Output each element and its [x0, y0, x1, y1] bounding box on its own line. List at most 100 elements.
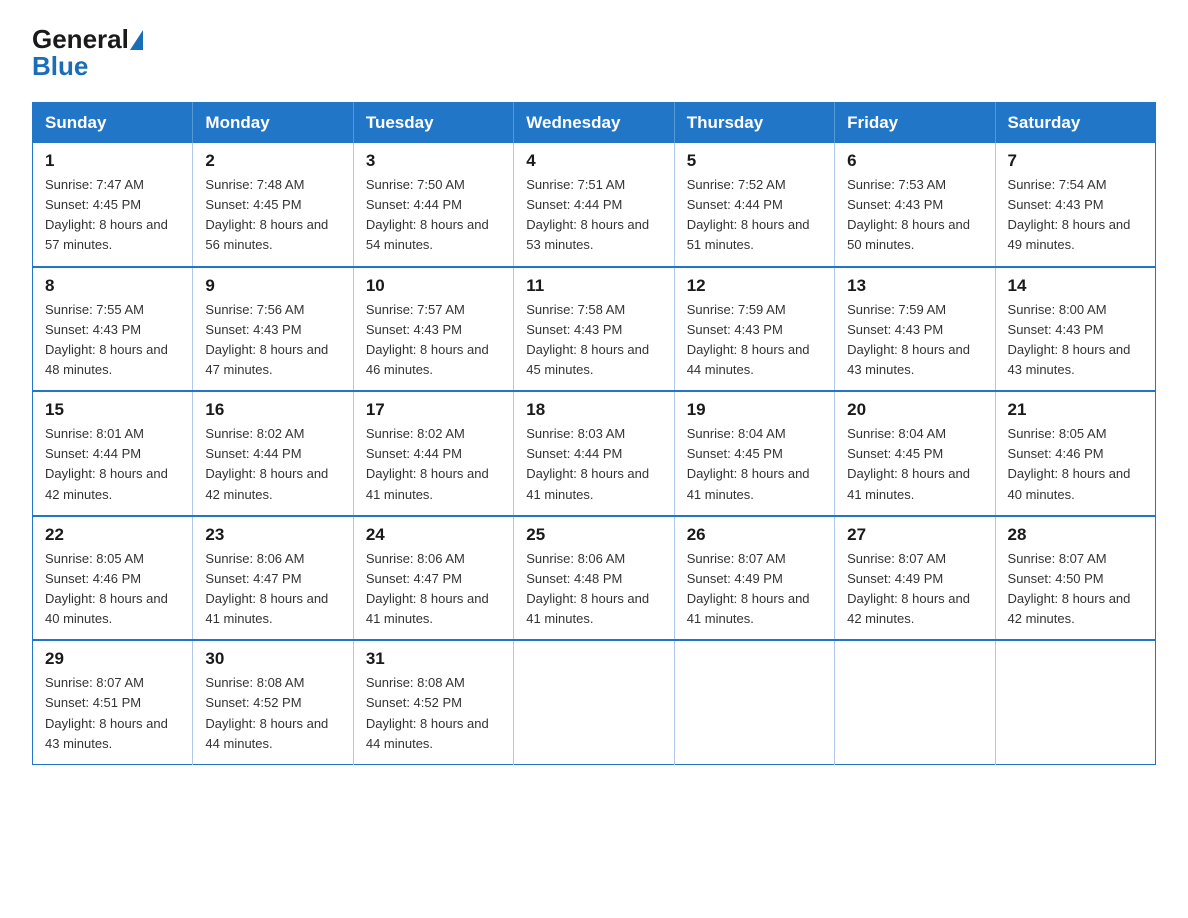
day-number: 8 [45, 276, 180, 296]
day-info: Sunrise: 8:01 AMSunset: 4:44 PMDaylight:… [45, 424, 180, 505]
day-number: 22 [45, 525, 180, 545]
calendar-day-cell: 24Sunrise: 8:06 AMSunset: 4:47 PMDayligh… [353, 516, 513, 641]
day-info: Sunrise: 8:05 AMSunset: 4:46 PMDaylight:… [1008, 424, 1143, 505]
day-number: 11 [526, 276, 661, 296]
calendar-day-cell: 11 Sunrise: 7:58 AMSunset: 4:43 PMDayligh… [514, 267, 674, 392]
day-number: 7 [1008, 151, 1143, 171]
day-info: Sunrise: 8:07 AMSunset: 4:50 PMDaylight:… [1008, 549, 1143, 630]
calendar-day-cell: 23Sunrise: 8:06 AMSunset: 4:47 PMDayligh… [193, 516, 353, 641]
day-info: Sunrise: 7:55 AMSunset: 4:43 PMDaylight:… [45, 300, 180, 381]
day-number: 14 [1008, 276, 1143, 296]
day-number: 24 [366, 525, 501, 545]
day-info: Sunrise: 7:53 AMSunset: 4:43 PMDaylight:… [847, 175, 982, 256]
header-monday: Monday [193, 103, 353, 144]
calendar-week-row: 8 Sunrise: 7:55 AMSunset: 4:43 PMDaylight… [33, 267, 1156, 392]
calendar-day-cell: 9 Sunrise: 7:56 AMSunset: 4:43 PMDaylight… [193, 267, 353, 392]
day-info: Sunrise: 7:54 AMSunset: 4:43 PMDaylight:… [1008, 175, 1143, 256]
page-header: General Blue [32, 24, 1156, 82]
calendar-day-cell: 10 Sunrise: 7:57 AMSunset: 4:43 PMDayligh… [353, 267, 513, 392]
day-number: 4 [526, 151, 661, 171]
day-info: Sunrise: 8:08 AMSunset: 4:52 PMDaylight:… [205, 673, 340, 754]
calendar-empty-cell [835, 640, 995, 764]
day-info: Sunrise: 7:48 AMSunset: 4:45 PMDaylight:… [205, 175, 340, 256]
day-number: 6 [847, 151, 982, 171]
calendar-day-cell: 12 Sunrise: 7:59 AMSunset: 4:43 PMDayligh… [674, 267, 834, 392]
day-info: Sunrise: 7:51 AMSunset: 4:44 PMDaylight:… [526, 175, 661, 256]
calendar-day-cell: 16 Sunrise: 8:02 AMSunset: 4:44 PMDayligh… [193, 391, 353, 516]
logo: General Blue [32, 24, 144, 82]
day-info: Sunrise: 7:57 AMSunset: 4:43 PMDaylight:… [366, 300, 501, 381]
calendar-day-cell: 30 Sunrise: 8:08 AMSunset: 4:52 PMDayligh… [193, 640, 353, 764]
day-number: 17 [366, 400, 501, 420]
day-info: Sunrise: 8:06 AMSunset: 4:48 PMDaylight:… [526, 549, 661, 630]
day-info: Sunrise: 8:02 AMSunset: 4:44 PMDaylight:… [205, 424, 340, 505]
calendar-day-cell: 4 Sunrise: 7:51 AMSunset: 4:44 PMDaylight… [514, 143, 674, 267]
day-info: Sunrise: 8:07 AMSunset: 4:49 PMDaylight:… [847, 549, 982, 630]
day-info: Sunrise: 8:03 AMSunset: 4:44 PMDaylight:… [526, 424, 661, 505]
calendar-day-cell: 15 Sunrise: 8:01 AMSunset: 4:44 PMDayligh… [33, 391, 193, 516]
day-info: Sunrise: 8:00 AMSunset: 4:43 PMDaylight:… [1008, 300, 1143, 381]
calendar-empty-cell [674, 640, 834, 764]
calendar-day-cell: 22 Sunrise: 8:05 AMSunset: 4:46 PMDayligh… [33, 516, 193, 641]
day-info: Sunrise: 7:58 AMSunset: 4:43 PMDaylight:… [526, 300, 661, 381]
day-number: 1 [45, 151, 180, 171]
day-number: 5 [687, 151, 822, 171]
header-friday: Friday [835, 103, 995, 144]
calendar-day-cell: 19Sunrise: 8:04 AMSunset: 4:45 PMDayligh… [674, 391, 834, 516]
day-number: 9 [205, 276, 340, 296]
calendar-day-cell: 8 Sunrise: 7:55 AMSunset: 4:43 PMDaylight… [33, 267, 193, 392]
day-info: Sunrise: 7:47 AMSunset: 4:45 PMDaylight:… [45, 175, 180, 256]
calendar-day-cell: 17 Sunrise: 8:02 AMSunset: 4:44 PMDayligh… [353, 391, 513, 516]
calendar-day-cell: 7 Sunrise: 7:54 AMSunset: 4:43 PMDaylight… [995, 143, 1155, 267]
header-thursday: Thursday [674, 103, 834, 144]
day-number: 29 [45, 649, 180, 669]
header-saturday: Saturday [995, 103, 1155, 144]
day-number: 21 [1008, 400, 1143, 420]
calendar-day-cell: 5 Sunrise: 7:52 AMSunset: 4:44 PMDaylight… [674, 143, 834, 267]
day-number: 3 [366, 151, 501, 171]
day-number: 15 [45, 400, 180, 420]
calendar-header-row: SundayMondayTuesdayWednesdayThursdayFrid… [33, 103, 1156, 144]
calendar-day-cell: 18 Sunrise: 8:03 AMSunset: 4:44 PMDayligh… [514, 391, 674, 516]
calendar-week-row: 22 Sunrise: 8:05 AMSunset: 4:46 PMDayligh… [33, 516, 1156, 641]
day-info: Sunrise: 8:02 AMSunset: 4:44 PMDaylight:… [366, 424, 501, 505]
day-info: Sunrise: 8:07 AMSunset: 4:49 PMDaylight:… [687, 549, 822, 630]
calendar-day-cell: 20Sunrise: 8:04 AMSunset: 4:45 PMDayligh… [835, 391, 995, 516]
day-number: 18 [526, 400, 661, 420]
day-number: 25 [526, 525, 661, 545]
calendar-week-row: 1 Sunrise: 7:47 AMSunset: 4:45 PMDaylight… [33, 143, 1156, 267]
day-info: Sunrise: 7:59 AMSunset: 4:43 PMDaylight:… [847, 300, 982, 381]
day-number: 16 [205, 400, 340, 420]
day-number: 31 [366, 649, 501, 669]
day-number: 30 [205, 649, 340, 669]
day-number: 12 [687, 276, 822, 296]
day-info: Sunrise: 8:04 AMSunset: 4:45 PMDaylight:… [687, 424, 822, 505]
calendar-day-cell: 21 Sunrise: 8:05 AMSunset: 4:46 PMDayligh… [995, 391, 1155, 516]
day-number: 27 [847, 525, 982, 545]
calendar-day-cell: 28 Sunrise: 8:07 AMSunset: 4:50 PMDayligh… [995, 516, 1155, 641]
day-number: 20 [847, 400, 982, 420]
day-info: Sunrise: 7:59 AMSunset: 4:43 PMDaylight:… [687, 300, 822, 381]
calendar-day-cell: 26Sunrise: 8:07 AMSunset: 4:49 PMDayligh… [674, 516, 834, 641]
day-number: 10 [366, 276, 501, 296]
day-info: Sunrise: 8:05 AMSunset: 4:46 PMDaylight:… [45, 549, 180, 630]
day-number: 23 [205, 525, 340, 545]
day-info: Sunrise: 8:07 AMSunset: 4:51 PMDaylight:… [45, 673, 180, 754]
calendar-empty-cell [514, 640, 674, 764]
calendar-day-cell: 2 Sunrise: 7:48 AMSunset: 4:45 PMDaylight… [193, 143, 353, 267]
calendar-day-cell: 31 Sunrise: 8:08 AMSunset: 4:52 PMDayligh… [353, 640, 513, 764]
day-info: Sunrise: 7:56 AMSunset: 4:43 PMDaylight:… [205, 300, 340, 381]
calendar-day-cell: 25 Sunrise: 8:06 AMSunset: 4:48 PMDayligh… [514, 516, 674, 641]
day-info: Sunrise: 7:52 AMSunset: 4:44 PMDaylight:… [687, 175, 822, 256]
day-number: 28 [1008, 525, 1143, 545]
calendar-day-cell: 27 Sunrise: 8:07 AMSunset: 4:49 PMDayligh… [835, 516, 995, 641]
header-tuesday: Tuesday [353, 103, 513, 144]
day-info: Sunrise: 8:08 AMSunset: 4:52 PMDaylight:… [366, 673, 501, 754]
calendar-table: SundayMondayTuesdayWednesdayThursdayFrid… [32, 102, 1156, 765]
calendar-day-cell: 6 Sunrise: 7:53 AMSunset: 4:43 PMDaylight… [835, 143, 995, 267]
header-wednesday: Wednesday [514, 103, 674, 144]
logo-triangle-icon [130, 30, 143, 50]
header-sunday: Sunday [33, 103, 193, 144]
day-number: 2 [205, 151, 340, 171]
calendar-day-cell: 3Sunrise: 7:50 AMSunset: 4:44 PMDaylight… [353, 143, 513, 267]
